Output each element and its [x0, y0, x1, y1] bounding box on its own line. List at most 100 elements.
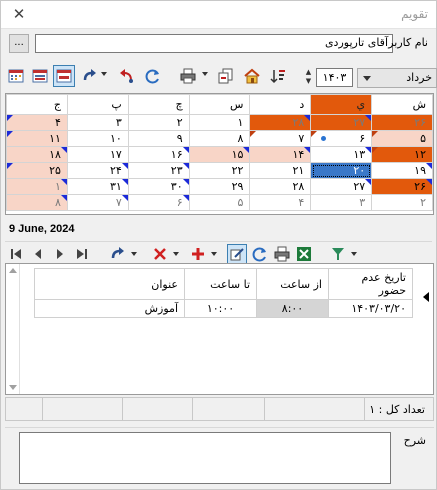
- edit-icon[interactable]: [227, 244, 247, 264]
- column-header[interactable]: تاریخ عدم حضور: [328, 268, 413, 300]
- day-cell[interactable]: ۷: [249, 130, 312, 147]
- weekday-header: ج: [6, 94, 68, 115]
- day-cell[interactable]: ۸: [6, 194, 68, 211]
- day-cell[interactable]: ۴: [249, 194, 312, 211]
- day-cell[interactable]: ۱۵: [188, 146, 251, 163]
- event-marker-icon: [426, 179, 432, 185]
- day-cell[interactable]: ۱۳: [310, 146, 373, 163]
- redo-icon[interactable]: [79, 65, 101, 87]
- column-header[interactable]: تا ساعت: [184, 268, 257, 300]
- first-record-icon[interactable]: [7, 245, 25, 263]
- day-cell[interactable]: ۶: [127, 194, 190, 211]
- table-cell[interactable]: ۱۴۰۳/۰۳/۲۰: [328, 299, 413, 318]
- day-cell[interactable]: ۲: [371, 194, 433, 211]
- day-cell[interactable]: ۱: [188, 114, 251, 131]
- day-view-icon[interactable]: [53, 65, 75, 87]
- year-spinner[interactable]: ▲ ▼: [303, 68, 314, 87]
- day-cell[interactable]: ۲۱: [249, 162, 312, 179]
- filter-icon[interactable]: [329, 245, 347, 263]
- day-cell[interactable]: ۱۶: [127, 146, 190, 163]
- day-cell[interactable]: ۲۵: [6, 162, 68, 179]
- event-marker-icon: [365, 179, 372, 185]
- day-cell[interactable]: ۱۰: [66, 130, 129, 147]
- weekday-header: ي: [310, 94, 373, 115]
- day-cell[interactable]: ۴: [6, 114, 68, 131]
- table-row[interactable]: ۱۴۰۳/۰۳/۲۰ ۸:۰۰ ۱۰:۰۰ آموزش: [34, 299, 413, 318]
- day-cell[interactable]: ۱۱: [6, 130, 68, 147]
- day-cell[interactable]: ۱۹: [371, 162, 433, 179]
- table-cell[interactable]: ۱۰:۰۰: [184, 299, 257, 318]
- day-cell[interactable]: ۹: [127, 130, 190, 147]
- day-cell[interactable]: ۵: [188, 194, 251, 211]
- column-header[interactable]: عنوان: [34, 268, 185, 300]
- year-field[interactable]: ۱۴۰۳: [316, 68, 353, 87]
- day-cell[interactable]: ۲۷: [310, 178, 373, 195]
- day-cell[interactable]: ۲۷: [310, 114, 373, 131]
- day-cell[interactable]: ۲۶: [371, 178, 433, 195]
- redo-icon[interactable]: [109, 245, 127, 263]
- absence-grid: تاریخ عدم حضور از ساعت تا ساعت عنوان ۱۴۰…: [5, 263, 434, 395]
- refresh-icon[interactable]: [251, 245, 269, 263]
- redo-dropdown-icon[interactable]: [131, 252, 137, 256]
- delete-dropdown-icon[interactable]: [173, 252, 179, 256]
- vertical-scrollbar[interactable]: [6, 264, 20, 394]
- event-marker-icon: [250, 131, 257, 137]
- day-cell[interactable]: ۸: [188, 130, 251, 147]
- delete-icon[interactable]: [151, 245, 169, 263]
- day-cell[interactable]: ۱۴: [249, 146, 312, 163]
- filter-dropdown-icon[interactable]: [351, 252, 357, 256]
- print-dropdown-icon[interactable]: [202, 72, 208, 76]
- home-icon[interactable]: [241, 65, 263, 87]
- day-cell[interactable]: ۱۸: [6, 146, 68, 163]
- day-cell[interactable]: ۲: [127, 114, 190, 131]
- scroll-down-icon[interactable]: [9, 385, 17, 390]
- browse-user-button[interactable]: ...: [9, 34, 29, 53]
- day-cell[interactable]: ۵: [371, 130, 433, 147]
- day-cell[interactable]: ۳۱: [66, 178, 129, 195]
- column-header[interactable]: از ساعت: [256, 268, 329, 300]
- user-name-field[interactable]: آقای تارپوردی: [35, 34, 393, 53]
- month-view-icon[interactable]: [5, 65, 27, 87]
- table-cell[interactable]: آموزش: [34, 299, 185, 318]
- event-marker-icon: [304, 147, 311, 153]
- month-select-value: خرداد: [406, 71, 432, 84]
- day-cell[interactable]: ۲۸: [249, 114, 312, 131]
- day-cell[interactable]: ۱۲: [371, 146, 433, 163]
- day-cell-selected[interactable]: ۲۰: [310, 162, 373, 179]
- day-cell[interactable]: ۶: [310, 130, 373, 147]
- add-icon[interactable]: [189, 245, 207, 263]
- add-dropdown-icon[interactable]: [211, 252, 217, 256]
- refresh-icon[interactable]: [142, 65, 164, 87]
- week-view-icon[interactable]: [29, 65, 51, 87]
- redo-dropdown-icon[interactable]: [101, 72, 107, 76]
- scroll-up-icon[interactable]: [9, 268, 17, 273]
- day-cell[interactable]: ۲۶: [371, 114, 433, 131]
- day-cell[interactable]: ۲۴: [66, 162, 129, 179]
- export-icon[interactable]: [215, 65, 237, 87]
- sort-icon[interactable]: [267, 65, 289, 87]
- day-cell[interactable]: ۳: [310, 194, 373, 211]
- prev-record-icon[interactable]: [29, 245, 47, 263]
- description-field[interactable]: [19, 432, 391, 484]
- event-marker-icon: [182, 163, 189, 169]
- table-cell[interactable]: ۸:۰۰: [256, 299, 329, 318]
- last-record-icon[interactable]: [73, 245, 91, 263]
- print-icon[interactable]: [273, 245, 291, 263]
- day-cell[interactable]: ۳: [66, 114, 129, 131]
- day-cell[interactable]: ۱۷: [66, 146, 129, 163]
- day-cell[interactable]: ۲۹: [188, 178, 251, 195]
- next-record-icon[interactable]: [51, 245, 69, 263]
- close-icon[interactable]: ✕: [9, 4, 29, 24]
- day-cell[interactable]: ۲۲: [188, 162, 251, 179]
- undo-red-icon[interactable]: [115, 65, 137, 87]
- window-title: تقویم: [401, 7, 428, 21]
- day-cell[interactable]: ۳۰: [127, 178, 190, 195]
- day-cell[interactable]: ۱: [6, 178, 68, 195]
- day-cell[interactable]: ۲۸: [249, 178, 312, 195]
- month-select[interactable]: خرداد: [357, 68, 437, 88]
- status-cell: [192, 398, 193, 420]
- print-icon[interactable]: [177, 65, 199, 87]
- day-cell[interactable]: ۷: [66, 194, 129, 211]
- excel-icon[interactable]: [295, 245, 313, 263]
- day-cell[interactable]: ۲۳: [127, 162, 190, 179]
